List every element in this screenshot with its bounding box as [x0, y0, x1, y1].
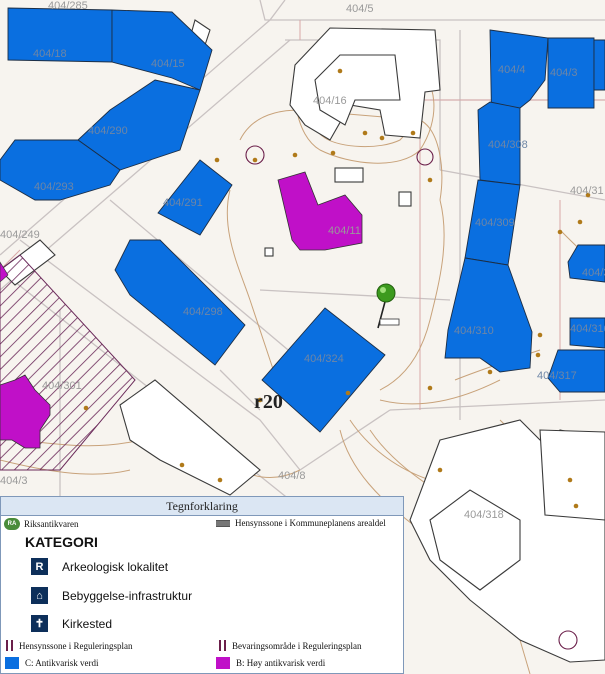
- legend-category-archaeology: R Arkeologisk lokalitet: [31, 558, 168, 575]
- plot-label: 404/316: [570, 323, 605, 335]
- legend-category-building: ⌂ Bebyggelse-infrastruktur: [31, 587, 192, 604]
- plot-label: 404/318: [464, 509, 504, 521]
- plot-label: 404/309: [475, 217, 515, 229]
- plot-label: 404/11: [328, 225, 361, 237]
- plot-label: 404/293: [34, 181, 74, 193]
- street-number-label: r20: [254, 391, 283, 413]
- plot-label: 404/308: [488, 139, 528, 151]
- verdi-b-swatch: [216, 657, 230, 669]
- plot-label: 404/31: [570, 185, 604, 197]
- plot-label: 404/15: [151, 58, 185, 70]
- legend-category-label: Bebyggelse-infrastruktur: [62, 588, 193, 603]
- plot-label: 404/310: [454, 325, 494, 337]
- plot-label: 404/16: [313, 95, 347, 107]
- plot-label: 404/317: [537, 370, 577, 382]
- plot-label: 404/290: [88, 125, 128, 137]
- legend-verdi-b: B: Høy antikvarisk verdi: [216, 657, 325, 669]
- building-right-edge[interactable]: [593, 39, 605, 91]
- legend-panel: Tegnforklaring RA Riksantikvaren Hensyns…: [0, 496, 404, 674]
- plot-label: 404/291: [163, 197, 203, 209]
- legend-category-label: Kirkested: [62, 616, 113, 631]
- plot-label: 404/3: [550, 67, 578, 79]
- small-structure: [379, 318, 400, 326]
- legend-title: Tegnforklaring: [1, 497, 403, 516]
- plot-label: 404/315: [582, 267, 605, 279]
- legend-kategori-heading: KATEGORI: [25, 534, 98, 550]
- legend-bevaringsomrade: Bevaringsområde i Reguleringsplan: [219, 640, 361, 651]
- hensynssone-regulering-swatch: [6, 640, 13, 651]
- plot-label: 404/301: [42, 380, 82, 392]
- plot-label: 404/18: [33, 48, 67, 60]
- legend-category-label: Arkeologisk lokalitet: [62, 559, 169, 574]
- plot-label: 404/298: [183, 306, 223, 318]
- legend-hensynssone-kommune: Hensynssone i Kommuneplanens arealdel: [216, 518, 386, 528]
- building-icon: ⌂: [31, 587, 48, 604]
- plot-label: 404/4: [498, 64, 526, 76]
- legend-verdi-c-label: C: Antikvarisk verdi: [25, 658, 99, 668]
- legend-hensynssone-regulering-label: Hensynssone i Reguleringsplan: [19, 640, 133, 651]
- legend-bevaringsomrade-label: Bevaringsområde i Reguleringsplan: [232, 640, 362, 651]
- riksantikvaren-logo-icon: RA: [4, 518, 20, 530]
- legend-source: RA Riksantikvaren: [4, 518, 79, 530]
- church-icon: ✝: [31, 615, 48, 632]
- archaeology-icon: R: [31, 558, 48, 575]
- plot-label: 404/249: [0, 229, 40, 241]
- legend-category-church: ✝ Kirkested: [31, 615, 112, 632]
- plot-label: 404/3: [0, 475, 28, 487]
- legend-verdi-b-label: B: Høy antikvarisk verdi: [236, 658, 326, 668]
- verdi-c-swatch: [5, 657, 19, 669]
- plot-label: 404/5: [346, 3, 374, 15]
- bevaringsomrade-swatch: [219, 640, 226, 651]
- legend-source-label: Riksantikvaren: [24, 519, 79, 529]
- legend-hensynssone-regulering: Hensynssone i Reguleringsplan: [6, 640, 132, 651]
- plot-label: 404/285: [48, 0, 88, 12]
- hensynssone-kommune-swatch: [216, 519, 230, 527]
- plot-label: 404/8: [278, 470, 306, 482]
- plot-label: 404/324: [304, 353, 344, 365]
- legend-verdi-c: C: Antikvarisk verdi: [5, 657, 99, 669]
- legend-hensynssone-kommune-label: Hensynssone i Kommuneplanens arealdel: [235, 518, 386, 528]
